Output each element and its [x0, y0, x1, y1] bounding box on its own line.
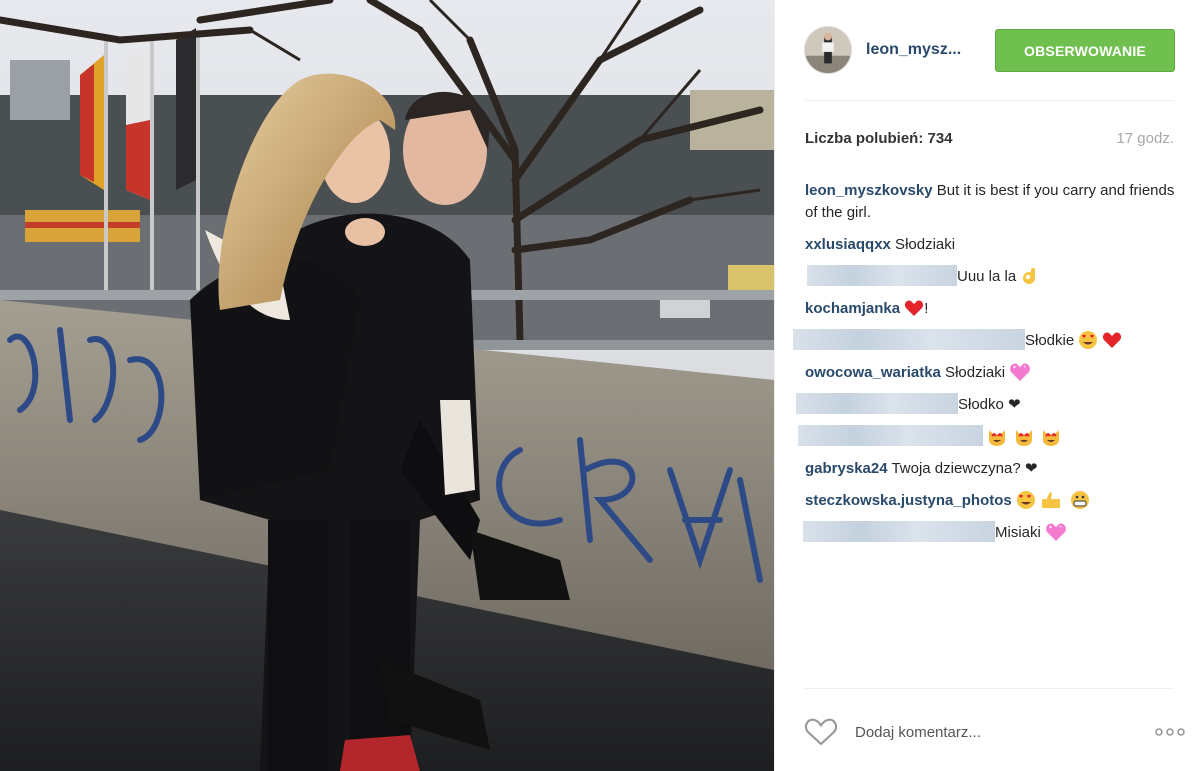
comment-username[interactable]: leon_myszkovsky: [805, 182, 933, 199]
couple-photo-illustration: [0, 0, 774, 771]
footer-divider: [804, 688, 1174, 689]
comment-text: Twoja dziewczyna? ❤: [887, 460, 1038, 477]
comment-text: !: [924, 300, 929, 317]
comment-text: Misiaki: [995, 524, 1041, 541]
comment-text: Słodziaki: [890, 236, 956, 253]
cat-faces-icon: [989, 429, 1060, 446]
comment-text: Słodkie: [1025, 332, 1075, 349]
redacted-username: [803, 521, 995, 543]
more-options-button[interactable]: [1153, 724, 1187, 740]
comment-item: xxlusiaqqxx Słodziaki: [805, 234, 1177, 256]
pink-heart-icon: [1046, 523, 1066, 541]
comment-item: Misiaki: [803, 521, 1177, 544]
comment-username[interactable]: xxlusiaqqxx: [805, 236, 891, 253]
comment-text: Słodko ❤: [958, 396, 1021, 413]
comment-item: [798, 425, 1177, 448]
heart-eyes-thumbs-up-grin-icon: [1016, 490, 1089, 509]
heart-eyes-red-heart-icon: [1079, 330, 1122, 349]
add-comment-input[interactable]: [855, 720, 1115, 744]
red-heart-icon: [905, 300, 924, 316]
comment-item: steczkowska.justyna_photos: [805, 490, 1177, 512]
header-divider: [804, 100, 1174, 101]
comment-text: Uuu la la: [957, 268, 1017, 285]
like-button[interactable]: [804, 717, 838, 747]
caption: leon_myszkovsky But it is best if you ca…: [805, 180, 1177, 224]
avatar[interactable]: [804, 26, 852, 74]
comment-item: Słodkie: [793, 329, 1177, 352]
comment-username[interactable]: owocowa_wariatka: [805, 364, 941, 381]
likes-count[interactable]: Liczba polubień: 734: [805, 130, 953, 147]
comment-list: leon_myszkovsky But it is best if you ca…: [793, 180, 1177, 554]
comment-text: Słodziaki: [940, 364, 1006, 381]
comment-username[interactable]: steczkowska.justyna_photos: [805, 492, 1012, 509]
redacted-username: [793, 329, 1025, 351]
comment-username[interactable]: gabryska24: [805, 460, 888, 477]
comment-item: owocowa_wariatka Słodziaki: [805, 362, 1177, 384]
comment-item: Uuu la la: [805, 265, 1177, 288]
post-side-panel: leon_mysz... OBSERWOWANIE Liczba polubie…: [774, 0, 1199, 771]
ok-hand-icon: [1023, 267, 1036, 284]
post-time[interactable]: 17 godz.: [1116, 130, 1174, 147]
pink-heart-icon: [1010, 363, 1031, 381]
author-username[interactable]: leon_mysz...: [866, 41, 961, 59]
more-options-icon: [1155, 728, 1185, 736]
post-stats: Liczba polubień: 734 17 godz.: [805, 130, 1174, 150]
avatar-image: [805, 27, 851, 73]
redacted-username: [807, 265, 957, 287]
redacted-username: [798, 425, 983, 447]
post-photo[interactable]: [0, 0, 774, 771]
comment-item: Słodko ❤: [796, 393, 1177, 416]
post-header: leon_mysz... OBSERWOWANIE: [775, 0, 1199, 101]
redacted-username: [796, 393, 958, 415]
comment-item: kochamjanka !: [805, 298, 1177, 320]
comment-item: gabryska24 Twoja dziewczyna? ❤: [805, 458, 1177, 480]
follow-button[interactable]: OBSERWOWANIE: [995, 29, 1175, 72]
comment-username[interactable]: kochamjanka: [805, 300, 900, 317]
heart-outline-icon: [804, 718, 838, 746]
